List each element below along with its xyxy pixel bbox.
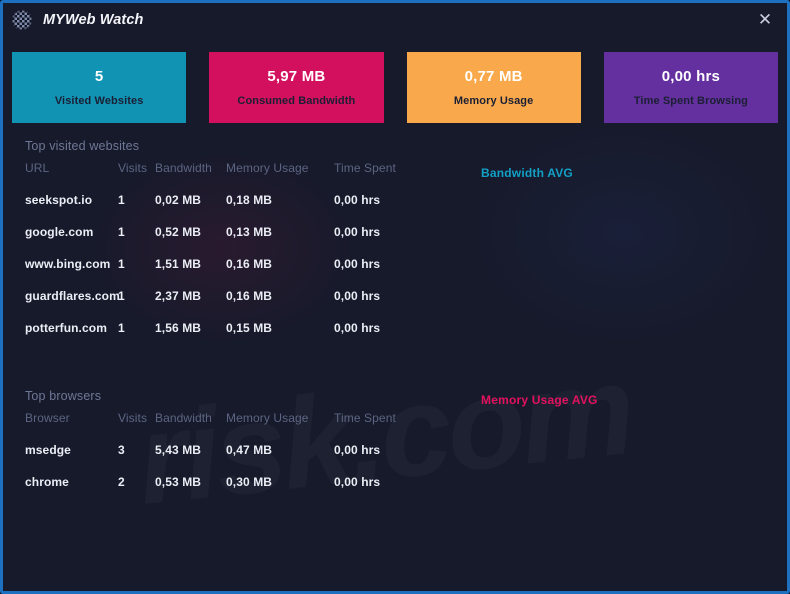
stat-card-label: Memory Usage bbox=[453, 95, 534, 107]
cell-visits: 1 bbox=[118, 321, 125, 335]
websites-section-title: Top visited websites bbox=[25, 139, 140, 153]
halftone-circle-icon bbox=[12, 10, 32, 30]
cell-time-spent: 0,00 hrs bbox=[334, 257, 381, 271]
cell-memory-usage: 0,47 MB bbox=[226, 443, 273, 457]
stat-card-value: 5 bbox=[94, 68, 104, 85]
stat-card-visited-websites[interactable]: 5 Visited Websites bbox=[12, 52, 187, 123]
cell-memory-usage: 0,16 MB bbox=[226, 257, 273, 271]
cell-visits: 1 bbox=[118, 289, 125, 303]
cell-time-spent: 0,00 hrs bbox=[334, 289, 381, 303]
table-row[interactable]: www.bing.com 1 1,51 MB 0,16 MB 0,00 hrs bbox=[12, 248, 778, 280]
cell-bandwidth: 1,51 MB bbox=[155, 257, 202, 271]
cell-memory-usage: 0,16 MB bbox=[226, 289, 273, 303]
table-header-row: Browser Visits Bandwidth Memory Usage Ti… bbox=[12, 409, 778, 434]
stat-card-value: 0,00 hrs bbox=[661, 68, 721, 85]
cell-visits: 2 bbox=[118, 475, 125, 489]
column-header-url: URL bbox=[25, 161, 50, 175]
content-area: Top visited websites URL Visits Bandwidt… bbox=[3, 123, 787, 498]
cell-visits: 3 bbox=[118, 443, 125, 457]
stat-card-value: 0,77 MB bbox=[464, 68, 523, 85]
cell-bandwidth: 0,02 MB bbox=[155, 193, 202, 207]
cell-browser: msedge bbox=[25, 443, 71, 457]
column-header-memory-usage: Memory Usage bbox=[226, 411, 309, 425]
cell-bandwidth: 0,53 MB bbox=[155, 475, 202, 489]
close-icon[interactable]: ✕ bbox=[743, 3, 787, 37]
stat-card-value: 5,97 MB bbox=[267, 68, 326, 85]
column-header-time-spent: Time Spent bbox=[334, 411, 396, 425]
table-row[interactable]: msedge 3 5,43 MB 0,47 MB 0,00 hrs bbox=[12, 434, 778, 466]
column-header-bandwidth: Bandwidth bbox=[155, 161, 212, 175]
app-window: risk.com MYWeb Watch ✕ 5 Visited Website… bbox=[0, 0, 790, 594]
stat-card-label: Consumed Bandwidth bbox=[237, 95, 356, 107]
stat-card-label: Visited Websites bbox=[54, 95, 144, 107]
top-visited-websites-table: URL Visits Bandwidth Memory Usage Time S… bbox=[12, 159, 778, 344]
stat-cards-row: 5 Visited Websites 5,97 MB Consumed Band… bbox=[3, 37, 787, 123]
browsers-section-title: Top browsers bbox=[25, 389, 102, 403]
cell-bandwidth: 1,56 MB bbox=[155, 321, 202, 335]
cell-visits: 1 bbox=[118, 193, 125, 207]
cell-url: guardflares.com bbox=[25, 289, 120, 303]
column-header-time-spent: Time Spent bbox=[334, 161, 396, 175]
column-header-bandwidth: Bandwidth bbox=[155, 411, 212, 425]
cell-time-spent: 0,00 hrs bbox=[334, 443, 381, 457]
table-header-row: URL Visits Bandwidth Memory Usage Time S… bbox=[12, 159, 778, 184]
table-row[interactable]: chrome 2 0,53 MB 0,30 MB 0,00 hrs bbox=[12, 466, 778, 498]
cell-memory-usage: 0,15 MB bbox=[226, 321, 273, 335]
table-row[interactable]: guardflares.com 1 2,37 MB 0,16 MB 0,00 h… bbox=[12, 280, 778, 312]
column-header-browser: Browser bbox=[25, 411, 70, 425]
table-row[interactable]: google.com 1 0,52 MB 0,13 MB 0,00 hrs bbox=[12, 216, 778, 248]
cell-bandwidth: 0,52 MB bbox=[155, 225, 202, 239]
cell-time-spent: 0,00 hrs bbox=[334, 225, 381, 239]
cell-bandwidth: 5,43 MB bbox=[155, 443, 202, 457]
title-bar: MYWeb Watch ✕ bbox=[3, 3, 787, 37]
cell-time-spent: 0,00 hrs bbox=[334, 193, 381, 207]
cell-url: google.com bbox=[25, 225, 94, 239]
cell-time-spent: 0,00 hrs bbox=[334, 321, 381, 335]
column-header-memory-usage: Memory Usage bbox=[226, 161, 309, 175]
column-header-visits: Visits bbox=[118, 161, 148, 175]
column-header-visits: Visits bbox=[118, 411, 148, 425]
cell-visits: 1 bbox=[118, 225, 125, 239]
cell-memory-usage: 0,30 MB bbox=[226, 475, 273, 489]
cell-bandwidth: 2,37 MB bbox=[155, 289, 202, 303]
cell-url: www.bing.com bbox=[25, 257, 111, 271]
cell-url: seekspot.io bbox=[25, 193, 93, 207]
table-row[interactable]: potterfun.com 1 1,56 MB 0,15 MB 0,00 hrs bbox=[12, 312, 778, 344]
cell-memory-usage: 0,18 MB bbox=[226, 193, 273, 207]
stat-card-memory-usage[interactable]: 0,77 MB Memory Usage bbox=[406, 52, 581, 123]
stat-card-consumed-bandwidth[interactable]: 5,97 MB Consumed Bandwidth bbox=[209, 52, 384, 123]
cell-url: potterfun.com bbox=[25, 321, 107, 335]
cell-memory-usage: 0,13 MB bbox=[226, 225, 273, 239]
top-browsers-table: Browser Visits Bandwidth Memory Usage Ti… bbox=[12, 409, 778, 498]
table-row[interactable]: seekspot.io 1 0,02 MB 0,18 MB 0,00 hrs bbox=[12, 184, 778, 216]
stat-card-label: Time Spent Browsing bbox=[633, 95, 748, 107]
app-title: MYWeb Watch bbox=[43, 12, 144, 28]
stat-card-time-spent-browsing[interactable]: 0,00 hrs Time Spent Browsing bbox=[603, 52, 778, 123]
cell-time-spent: 0,00 hrs bbox=[334, 475, 381, 489]
cell-visits: 1 bbox=[118, 257, 125, 271]
cell-browser: chrome bbox=[25, 475, 69, 489]
